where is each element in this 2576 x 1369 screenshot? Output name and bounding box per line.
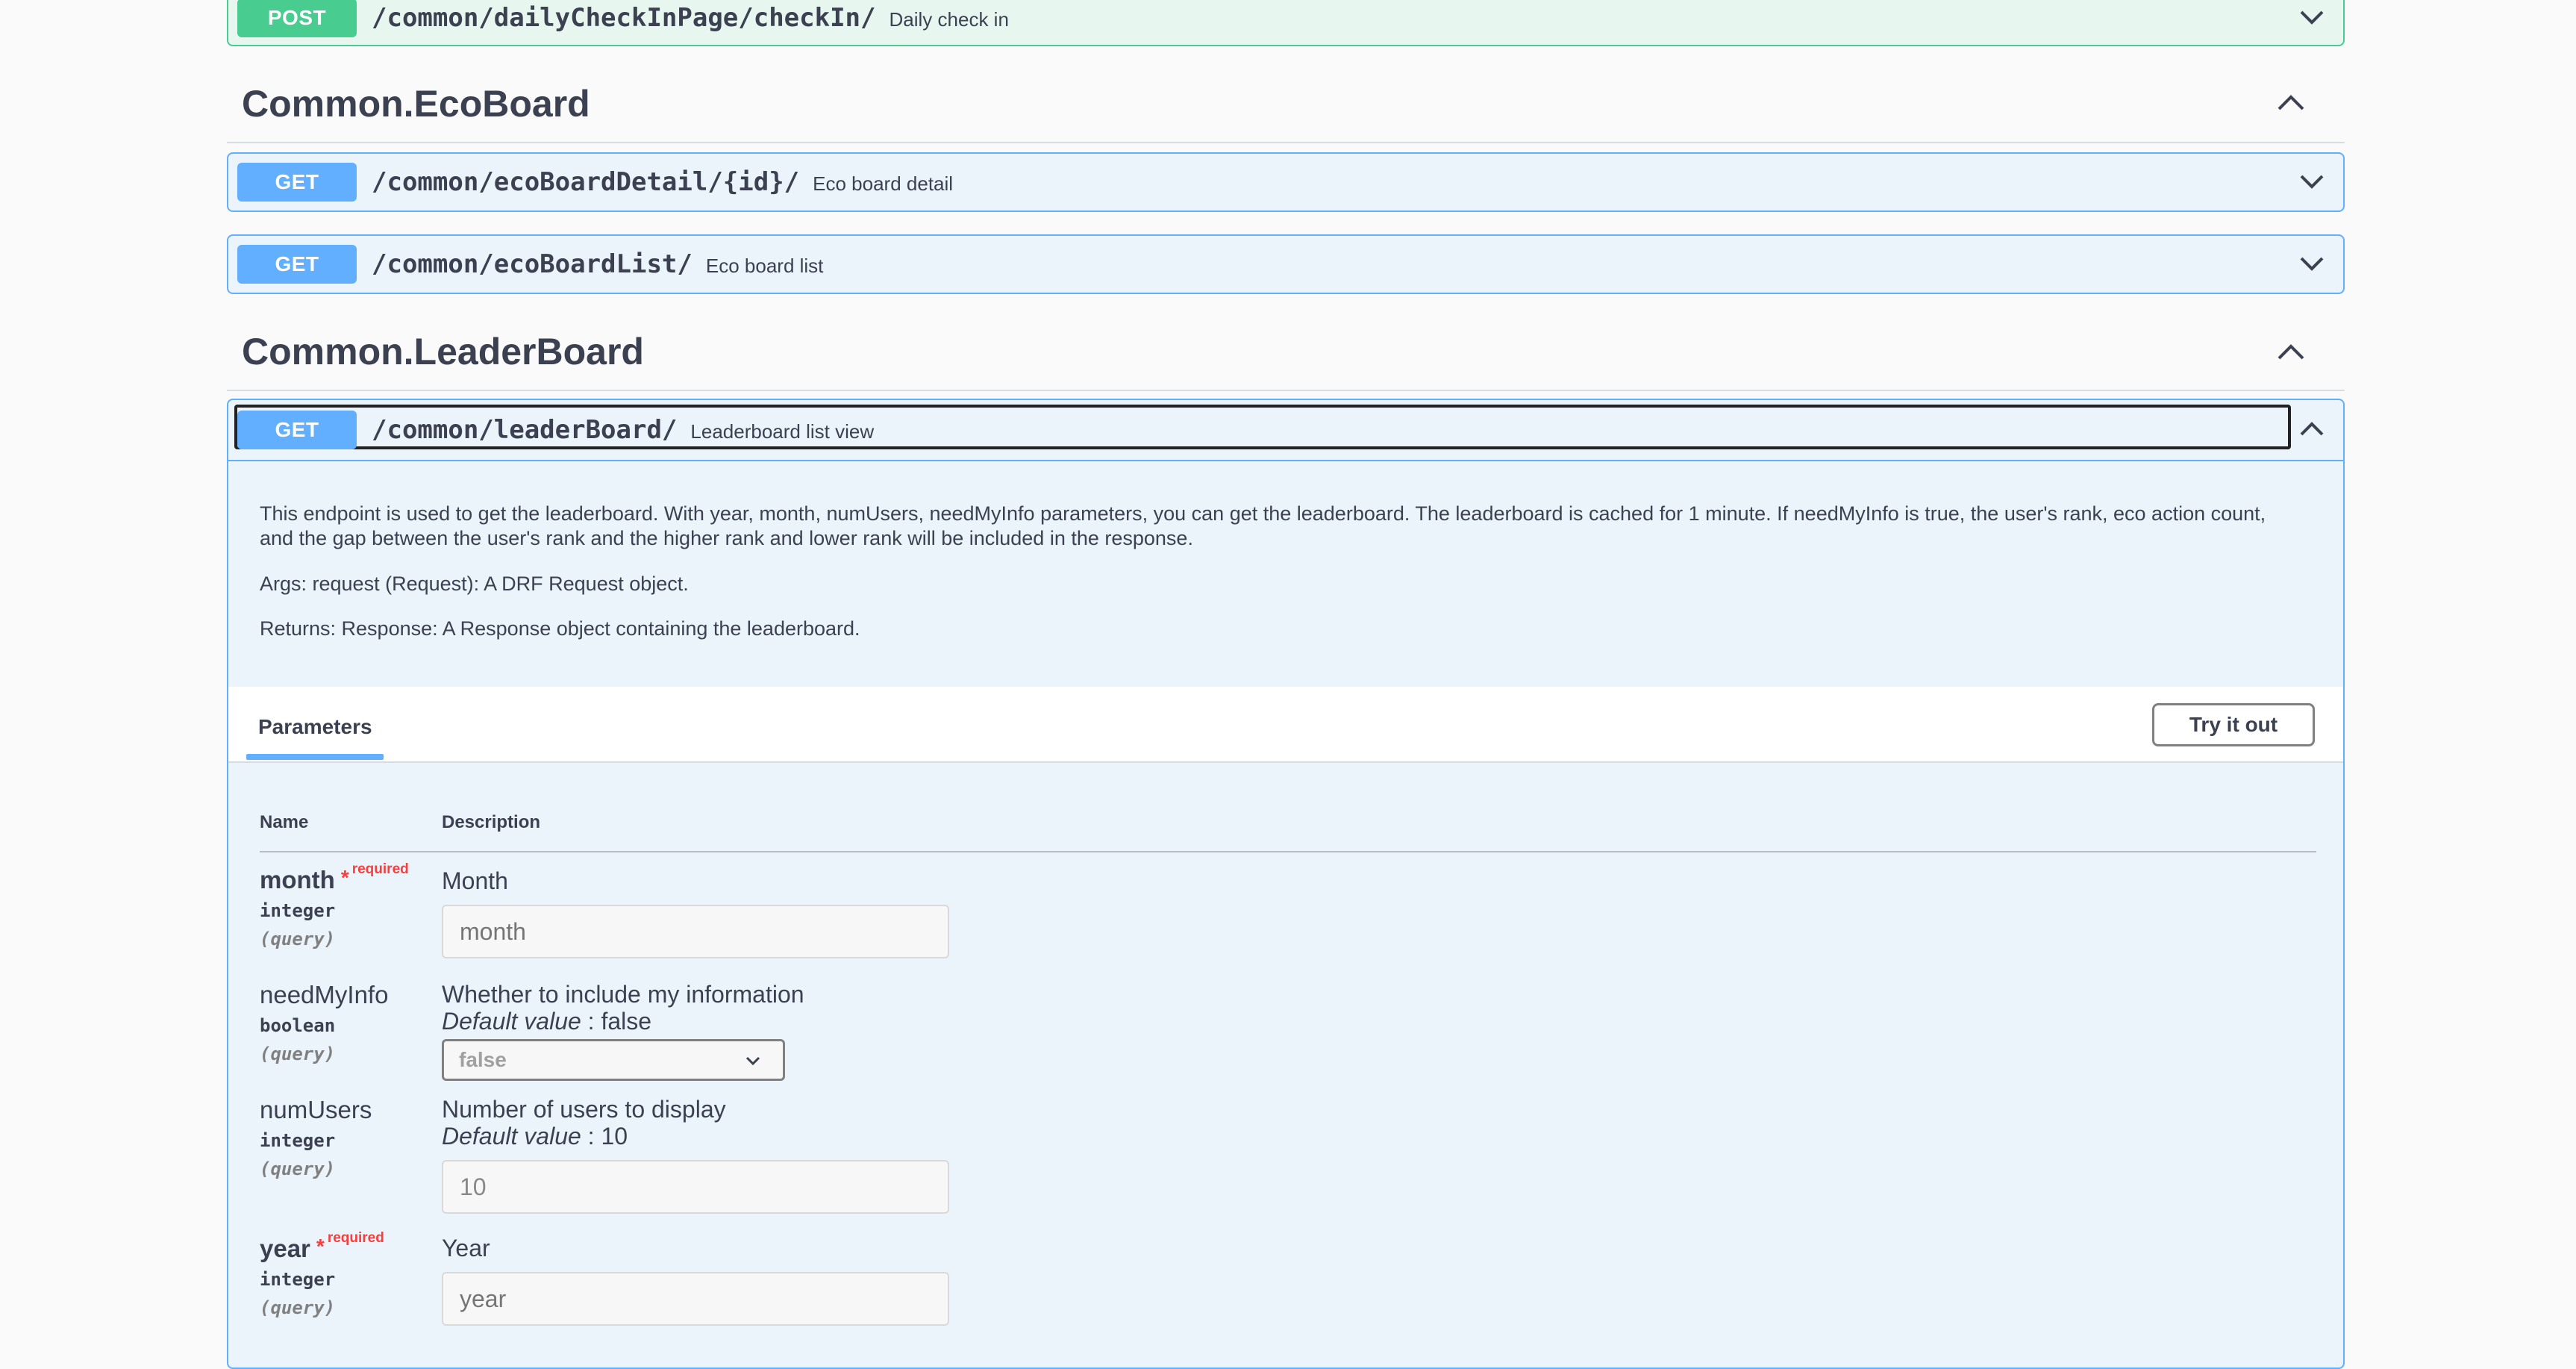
section-divider <box>227 142 2345 143</box>
param-type: integer <box>260 1269 336 1290</box>
section-title-ecoboard[interactable]: Common.EcoBoard <box>242 82 590 125</box>
operation-summary: Eco board detail <box>813 172 954 195</box>
table-divider <box>260 851 2316 852</box>
param-type: boolean <box>260 1015 336 1036</box>
section-title-leaderboard[interactable]: Common.LeaderBoard <box>242 330 644 373</box>
method-badge: GET <box>237 411 357 449</box>
method-badge: POST <box>237 0 357 37</box>
required-label: required <box>327 1230 384 1246</box>
chevron-down-icon[interactable] <box>2297 251 2327 278</box>
operation-summary: Leaderboard list view <box>690 420 875 443</box>
operation-summary: Eco board list <box>705 255 824 277</box>
operation-path: /common/ecoBoardList/Eco board list <box>372 249 824 279</box>
chevron-down-icon[interactable] <box>2297 4 2327 31</box>
param-type: integer <box>260 900 336 921</box>
tab-parameters[interactable]: Parameters <box>258 715 372 739</box>
section-divider <box>227 390 2345 391</box>
param-type: integer <box>260 1130 336 1151</box>
param-default: Default value : 10 <box>442 1123 628 1150</box>
param-location: (query) <box>260 1044 336 1064</box>
param-name-numusers: numUsers <box>260 1096 372 1123</box>
numusers-input[interactable] <box>442 1160 949 1214</box>
param-name-year: year * required <box>260 1230 384 1262</box>
param-description: Month <box>442 867 508 894</box>
month-input[interactable] <box>442 905 949 958</box>
operation-description: This endpoint is used to get the leaderb… <box>260 502 2266 549</box>
method-badge: GET <box>237 245 357 284</box>
operation-returns: Returns: Response: A Response object con… <box>260 617 860 640</box>
column-header-name: Name <box>260 812 309 832</box>
chevron-down-icon <box>745 1056 760 1066</box>
operation-path: /common/ecoBoardDetail/{id}/Eco board de… <box>372 167 954 197</box>
tab-active-indicator <box>246 754 384 760</box>
opblock-get-ecoboard-list[interactable]: GET /common/ecoBoardList/Eco board list <box>227 234 2345 294</box>
opblock-get-leaderboard: GET /common/leaderBoard/Leaderboard list… <box>227 399 2345 1369</box>
column-header-description: Description <box>442 812 541 832</box>
year-input[interactable] <box>442 1272 949 1326</box>
operation-path: /common/dailyCheckInPage/checkIn/Daily c… <box>372 3 1009 33</box>
try-it-out-button[interactable]: Try it out <box>2152 703 2315 746</box>
method-badge: GET <box>237 163 357 202</box>
chevron-up-icon[interactable] <box>2297 415 2327 442</box>
operation-path: /common/leaderBoard/Leaderboard list vie… <box>372 415 875 445</box>
param-description: Whether to include my information <box>442 981 804 1008</box>
needmyinfo-select[interactable]: false <box>442 1039 785 1081</box>
required-label: required <box>351 861 409 877</box>
param-description: Year <box>442 1235 490 1262</box>
chevron-up-icon[interactable] <box>2275 88 2307 118</box>
param-name-month: month * required <box>260 861 409 894</box>
param-location: (query) <box>260 929 336 949</box>
param-description: Number of users to display <box>442 1096 726 1123</box>
param-name-needmyinfo: needMyInfo <box>260 981 389 1008</box>
operation-args: Args: request (Request): A DRF Request o… <box>260 573 689 595</box>
opblock-summary[interactable]: GET /common/leaderBoard/Leaderboard list… <box>228 400 2343 461</box>
operation-summary: Daily check in <box>889 8 1009 31</box>
opblock-get-ecoboard-detail[interactable]: GET /common/ecoBoardDetail/{id}/Eco boar… <box>227 152 2345 212</box>
parameters-header: Parameters Try it out <box>228 687 2343 763</box>
param-location: (query) <box>260 1158 336 1179</box>
opblock-post-checkin[interactable]: POST /common/dailyCheckInPage/checkIn/Da… <box>227 0 2345 46</box>
param-location: (query) <box>260 1297 336 1318</box>
chevron-down-icon[interactable] <box>2297 169 2327 196</box>
chevron-up-icon[interactable] <box>2275 337 2307 367</box>
param-default: Default value : false <box>442 1008 652 1035</box>
